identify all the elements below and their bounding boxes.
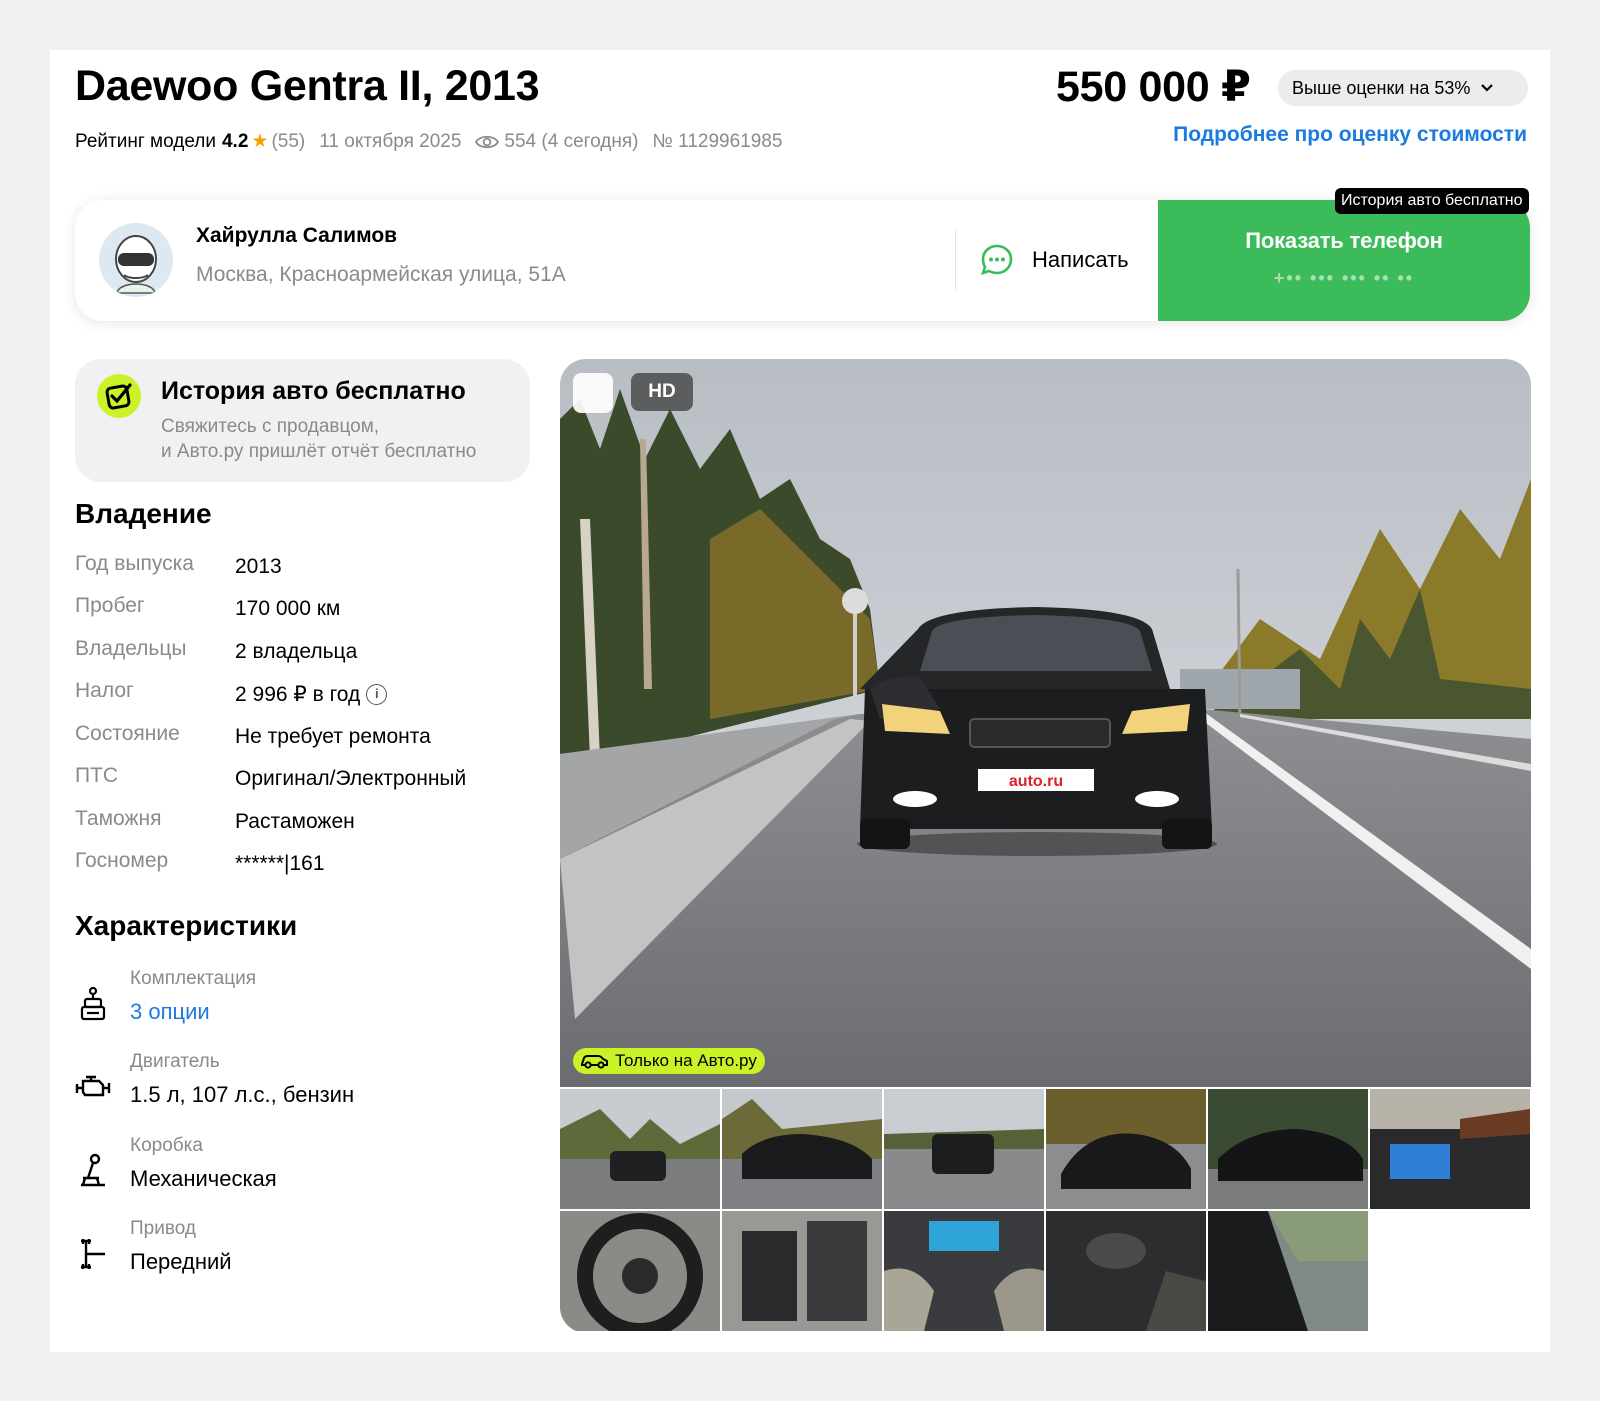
ownership-row: Владельцы 2 владельца	[75, 637, 357, 667]
seller-panel: Хайрулла Салимов Москва, Красноармейская…	[75, 200, 1530, 321]
spec-equipment: Комплектация 3 опции	[75, 968, 525, 1038]
ownership-row: Таможня Растаможен	[75, 807, 355, 837]
spec-label: Комплектация	[130, 968, 257, 989]
ownership-row: Год выпуска 2013	[75, 552, 282, 582]
row-key: Состояние	[75, 722, 180, 745]
photo-thumbnail[interactable]	[1046, 1089, 1206, 1209]
photo-thumbnail[interactable]	[560, 1211, 720, 1331]
spec-gearbox: Коробка Механическая	[75, 1135, 525, 1205]
engine-icon	[75, 1075, 111, 1097]
ownership-row: ПТС Оригинал/Электронный	[75, 764, 466, 794]
avatar[interactable]	[99, 223, 173, 297]
history-tooltip: История авто бесплатно	[1335, 188, 1529, 214]
price-value: 550 000 ₽	[1056, 63, 1251, 111]
spec-value: 1.5 л, 107 л.с., бензин	[130, 1082, 355, 1107]
row-value: 2 владельца	[235, 640, 358, 663]
ownership-row: Госномер ******|161	[75, 849, 325, 879]
seller-address: Москва, Красноармейская улица, 51А	[196, 263, 566, 286]
row-key: Госномер	[75, 849, 169, 872]
rating-count[interactable]: (55)	[271, 131, 305, 153]
spec-value: Механическая	[130, 1166, 277, 1191]
price-details-link[interactable]: Подробнее про оценку стоимости	[1173, 123, 1527, 147]
gearbox-icon	[81, 1153, 105, 1187]
spec-engine: Двигатель 1.5 л, 107 л.с., бензин	[75, 1051, 525, 1121]
exclusive-badge-text: Только на Авто.ру	[615, 1051, 757, 1070]
row-key: Владельцы	[75, 637, 187, 660]
photo-thumbnail[interactable]	[1208, 1089, 1368, 1209]
specs-heading: Характеристики	[75, 910, 298, 941]
row-value: 2013	[235, 555, 282, 578]
views-counter: 554 (4 сегодня)	[475, 130, 639, 153]
main-photo[interactable]: auto.ru HD Только на Авто.ру	[560, 359, 1531, 1087]
ownership-row: Налог 2 996 ₽ в год i	[75, 679, 388, 709]
photo-thumbnail[interactable]	[1370, 1089, 1530, 1209]
price-estimate-badge[interactable]: Выше оценки на 53%	[1278, 70, 1528, 106]
exclusive-badge: Только на Авто.ру	[573, 1048, 765, 1074]
history-title: История авто бесплатно	[161, 377, 466, 405]
price-badge-text: Выше оценки на 53%	[1292, 77, 1471, 98]
history-subtitle: Свяжитесь с продавцом, и Авто.ру пришлёт…	[161, 414, 476, 464]
spec-drive: Привод Передний	[75, 1218, 525, 1288]
photo-thumbnail[interactable]	[884, 1089, 1044, 1209]
ownership-heading: Владение	[75, 498, 212, 529]
show-phone-label: Показать телефон	[1245, 228, 1443, 253]
star-icon: ★	[251, 131, 269, 152]
photo-thumbnail[interactable]	[722, 1211, 882, 1331]
phone-masked: +•• ••• ••• •• ••	[1273, 268, 1415, 288]
photo-thumbnail[interactable]	[560, 1089, 720, 1209]
photo-thumbnail[interactable]	[1046, 1211, 1206, 1331]
row-value: ******|161	[235, 852, 325, 875]
photo-thumbnail[interactable]	[1208, 1211, 1368, 1331]
ownership-row: Пробег 170 000 км	[75, 594, 340, 624]
listing-title: Daewoo Gentra II, 2013	[75, 62, 540, 110]
row-value: 170 000 км	[235, 597, 341, 620]
write-message-label: Написать	[1032, 247, 1129, 272]
listing-number: № 1129961985	[652, 130, 783, 152]
row-key: Налог	[75, 679, 134, 702]
history-promo[interactable]: История авто бесплатно Свяжитесь с прода…	[75, 359, 530, 482]
views-text: 554 (4 сегодня)	[504, 130, 639, 152]
hd-badge: HD	[631, 373, 693, 411]
photo-thumbnail[interactable]	[884, 1211, 1044, 1331]
chevron-down-icon	[1481, 84, 1494, 92]
rating-value: 4.2	[221, 130, 249, 152]
spec-value: Передний	[130, 1249, 232, 1274]
ownership-row: Состояние Не требует ремонта	[75, 722, 431, 752]
row-value: Оригинал/Электронный	[235, 767, 467, 790]
show-phone-button[interactable]: Показать телефон +•• ••• ••• •• ••	[1158, 200, 1530, 321]
history-line-2: и Авто.ру пришлёт отчёт бесплатно	[161, 441, 477, 462]
spec-label: Коробка	[130, 1135, 203, 1156]
eye-icon	[475, 135, 500, 148]
write-message-button[interactable]: Написать	[980, 243, 1129, 277]
equipment-icon	[80, 986, 106, 1021]
drive-icon	[81, 1239, 105, 1269]
plate-text: auto.ru	[1009, 773, 1063, 790]
row-key: ПТС	[75, 764, 119, 787]
equipment-options-link[interactable]: 3 опции	[130, 999, 210, 1025]
listing-meta: Рейтинг модели 4.2 ★ (55) 11 октября 202…	[75, 130, 782, 153]
photo-thumbnail[interactable]	[722, 1089, 882, 1209]
spec-label: Привод	[130, 1218, 196, 1239]
row-key: Пробег	[75, 594, 145, 617]
rating-label: Рейтинг модели	[75, 130, 216, 152]
chat-icon	[980, 244, 1013, 276]
row-value: Не требует ремонта	[235, 725, 431, 748]
spec-label: Двигатель	[130, 1051, 220, 1072]
listing-card: Daewoo Gentra II, 2013 Рейтинг модели 4.…	[50, 50, 1550, 1352]
seller-name[interactable]: Хайрулла Салимов	[196, 224, 397, 248]
checkbox-badge-icon	[97, 374, 141, 418]
info-icon[interactable]: i	[366, 683, 388, 705]
row-value: Растаможен	[235, 810, 355, 833]
row-key: Год выпуска	[75, 552, 194, 575]
tax-value: 2 996 ₽ в год	[235, 682, 361, 706]
car-icon	[581, 1055, 608, 1069]
history-line-1: Свяжитесь с продавцом,	[161, 416, 380, 437]
select-checkbox[interactable]	[573, 373, 613, 413]
row-key: Таможня	[75, 807, 162, 830]
listing-date: 11 октября 2025	[319, 130, 462, 152]
helmet-avatar-icon	[99, 223, 173, 297]
photo-gallery: auto.ru HD Только на Авто.ру	[560, 359, 1531, 1333]
divider	[955, 230, 956, 290]
row-value-tax: 2 996 ₽ в год i	[235, 679, 388, 709]
